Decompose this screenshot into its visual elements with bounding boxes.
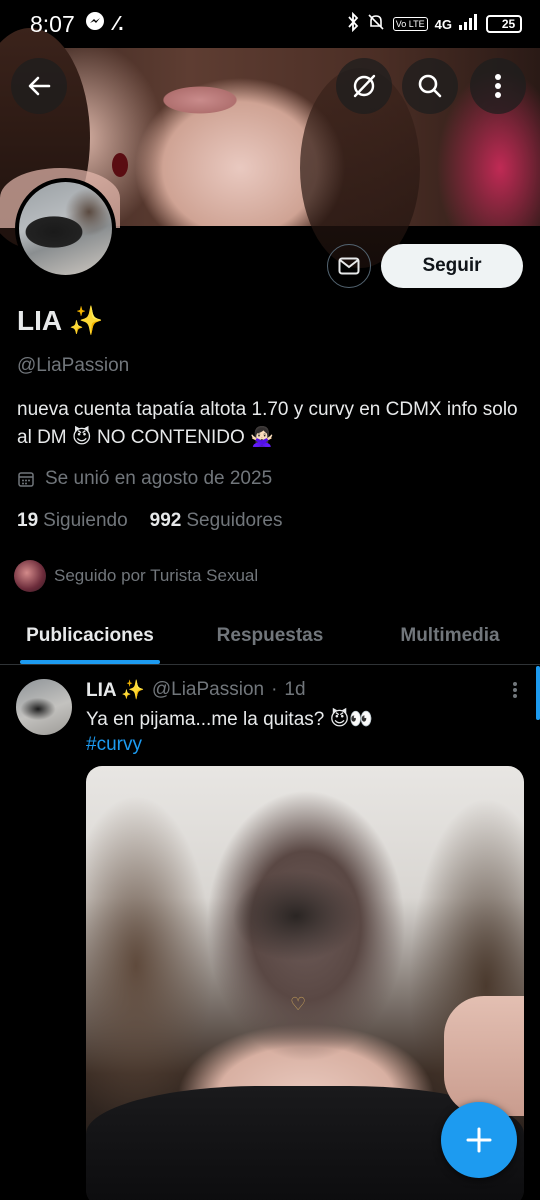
app-notification-icon: ⁄. <box>114 12 124 35</box>
messenger-icon <box>85 11 105 37</box>
following-label: Siguiendo <box>43 510 128 531</box>
profile-tabs: Publicaciones Respuestas Multimedia <box>0 605 540 665</box>
bluetooth-icon <box>347 11 359 37</box>
profile-bio: nueva cuenta tapatía altota 1.70 y curvy… <box>17 399 518 448</box>
calendar-icon <box>18 472 34 487</box>
status-bar: 8:07 ⁄. Vo LTE 4G 25 <box>0 0 540 48</box>
joined-date: Se unió en agosto de 2025 <box>17 468 272 490</box>
following-count: 19 <box>17 510 39 531</box>
grok-icon <box>353 74 376 98</box>
tweet-author-handle: @LiaPassion <box>151 679 265 700</box>
followed-by[interactable]: Seguido por Turista Sexual <box>14 560 258 592</box>
tweet-author-name[interactable]: LIA ✨ <box>86 678 145 702</box>
tab-multimedia[interactable]: Multimedia <box>360 605 540 664</box>
grok-button[interactable] <box>336 58 392 114</box>
mute-icon <box>366 12 386 37</box>
more-button[interactable] <box>470 58 526 114</box>
heart-pendant: ♡ <box>290 994 307 1014</box>
profile-handle: @LiaPassion <box>17 355 130 376</box>
tweet-hashtag[interactable]: #curvy <box>86 734 142 756</box>
battery-level: 25 <box>501 17 516 31</box>
profile-stats: 19 Siguiendo 992 Seguidores <box>17 510 283 532</box>
display-name: LIA ✨ <box>17 305 104 336</box>
joined-text: Se unió en agosto de 2025 <box>45 468 273 489</box>
plus-icon <box>466 1127 492 1153</box>
followers-count: 992 <box>149 510 182 531</box>
scrollbar[interactable] <box>536 666 540 720</box>
back-button[interactable] <box>11 58 67 114</box>
followers-link[interactable]: 992 Seguidores <box>150 510 283 532</box>
tweet-separator: · <box>271 679 278 700</box>
envelope-icon <box>338 257 360 275</box>
network-label: 4G <box>434 16 452 32</box>
message-button[interactable] <box>327 244 371 288</box>
search-icon <box>418 74 442 98</box>
search-button[interactable] <box>402 58 458 114</box>
battery-icon: 25 <box>486 15 522 33</box>
follow-button[interactable]: Seguir <box>381 244 523 288</box>
followers-label: Seguidores <box>186 510 283 531</box>
arrow-left-icon <box>28 76 51 96</box>
signal-icon <box>459 13 479 35</box>
followed-by-text: Seguido por Turista Sexual <box>54 566 259 585</box>
tab-respuestas[interactable]: Respuestas <box>180 605 360 664</box>
follower-avatar <box>14 560 46 592</box>
status-time: 8:07 <box>30 10 75 37</box>
tweet-more-button[interactable] <box>512 680 518 706</box>
compose-button[interactable] <box>441 1102 517 1178</box>
volte-icon: Vo LTE <box>392 17 428 31</box>
following-link[interactable]: 19 Siguiendo <box>17 510 128 532</box>
profile-avatar[interactable] <box>15 178 116 279</box>
tweet-header: LIA ✨ @LiaPassion · 1d <box>86 678 306 702</box>
tweet-time: 1d <box>284 679 306 700</box>
more-vertical-icon <box>513 682 517 698</box>
tweet-text: Ya en pijama...me la quitas? 😈👀 <box>86 709 374 730</box>
tab-publicaciones[interactable]: Publicaciones <box>0 605 180 664</box>
tweet-avatar[interactable] <box>16 679 72 735</box>
more-vertical-icon <box>495 74 501 98</box>
